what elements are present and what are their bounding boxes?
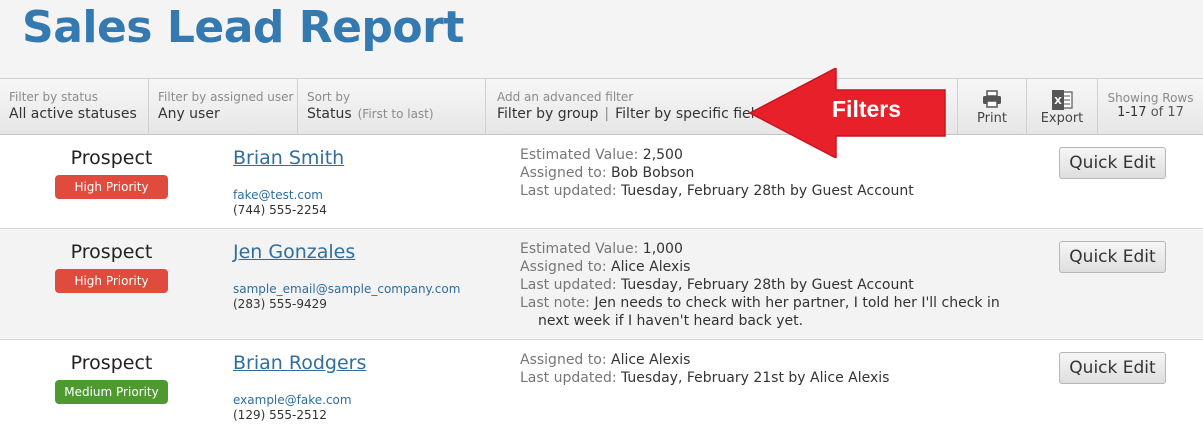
lead-phone: (744) 555-2254 (233, 203, 327, 217)
svg-text:X: X (1054, 96, 1062, 107)
status-filter-label: Filter by status (9, 90, 98, 104)
filter-by-group-link[interactable]: Filter by group (497, 106, 598, 122)
row-count-value: 1-17 of 17 (1098, 105, 1203, 120)
lead-email-link[interactable]: sample_email@sample_company.com (233, 282, 460, 296)
advanced-filter-label: Add an advanced filter (497, 90, 634, 104)
priority-badge: High Priority (55, 269, 168, 293)
lead-status: Prospect (70, 147, 153, 169)
quick-edit-button[interactable]: Quick Edit (1059, 352, 1166, 384)
estimated-value-label: Estimated Value: (520, 241, 639, 257)
report-header: Sales Lead Report (0, 0, 1203, 78)
lead-details: Estimated Value: 1,000 Assigned to: Alic… (520, 240, 1000, 330)
priority-badge: High Priority (55, 175, 168, 199)
lead-phone: (129) 555-2512 (233, 408, 327, 422)
sort-label: Sort by (307, 90, 351, 104)
row-count: Showing Rows 1-17 of 17 (1097, 79, 1203, 135)
row-range: 1-17 (1117, 105, 1147, 120)
lead-name-link[interactable]: Brian Smith (233, 147, 344, 169)
export-label: Export (1040, 111, 1084, 126)
last-updated-value: Tuesday, February 28th by Guest Account (621, 277, 914, 293)
user-filter-value: Any user (158, 106, 220, 122)
assigned-to-label: Assigned to: (520, 165, 607, 181)
lead-name-link[interactable]: Brian Rodgers (233, 352, 366, 374)
page-title: Sales Lead Report (22, 2, 464, 53)
filter-by-field-link[interactable]: Filter by specific field (615, 106, 763, 122)
filter-toolbar: Filter by status All active statuses Fil… (0, 78, 1203, 135)
printer-icon (982, 90, 1002, 112)
assigned-to-label: Assigned to: (520, 259, 607, 275)
last-updated-label: Last updated: (520, 370, 617, 386)
sort-hint: (First to last) (357, 107, 434, 121)
link-separator: | (604, 106, 610, 122)
last-updated-label: Last updated: (520, 277, 617, 293)
priority-badge: Medium Priority (55, 380, 168, 404)
last-updated-value: Tuesday, February 28th by Guest Account (621, 183, 914, 199)
assigned-to-label: Assigned to: (520, 352, 607, 368)
row-count-label: Showing Rows (1107, 91, 1194, 105)
lead-status: Prospect (70, 241, 153, 263)
advanced-filter-links: Filter by group | Filter by specific field (497, 106, 763, 122)
export-button[interactable]: X Export (1026, 79, 1097, 135)
quick-edit-button[interactable]: Quick Edit (1059, 147, 1166, 179)
lead-details: Estimated Value: 2,500 Assigned to: Bob … (520, 146, 1000, 200)
lead-row: Prospect Medium Priority Brian Rodgers e… (0, 340, 1203, 429)
lead-row: Prospect High Priority Jen Gonzales samp… (0, 229, 1203, 340)
row-total: of 17 (1150, 105, 1184, 120)
lead-email-link[interactable]: example@fake.com (233, 393, 352, 407)
sort-value: Status (First to last) (307, 106, 434, 122)
last-note-label: Last note: (520, 295, 590, 311)
sort-control[interactable]: Sort by Status (First to last) (298, 79, 486, 135)
print-button[interactable]: Print (957, 79, 1026, 135)
status-filter-value: All active statuses (9, 106, 137, 122)
advanced-filter: Add an advanced filter Filter by group | F… (486, 79, 957, 135)
assigned-to-value: Alice Alexis (611, 352, 691, 368)
last-updated-label: Last updated: (520, 183, 617, 199)
estimated-value: 1,000 (642, 241, 683, 257)
estimated-value: 2,500 (642, 147, 683, 163)
lead-name-link[interactable]: Jen Gonzales (233, 241, 355, 263)
user-filter-label: Filter by assigned user (158, 90, 294, 104)
lead-status: Prospect (70, 352, 153, 374)
assigned-to-value: Alice Alexis (611, 259, 691, 275)
sort-field: Status (307, 106, 352, 122)
status-filter[interactable]: Filter by status All active statuses (0, 79, 149, 135)
user-filter[interactable]: Filter by assigned user Any user (149, 79, 298, 135)
last-note-value: Jen needs to check with her partner, I t… (538, 295, 1000, 329)
print-label: Print (977, 111, 1007, 126)
lead-row: Prospect High Priority Brian Smith fake@… (0, 135, 1203, 229)
assigned-to-value: Bob Bobson (611, 165, 695, 181)
quick-edit-button[interactable]: Quick Edit (1059, 241, 1166, 273)
lead-details: Assigned to: Alice Alexis Last updated: … (520, 351, 1000, 387)
estimated-value-label: Estimated Value: (520, 147, 639, 163)
lead-email-link[interactable]: fake@test.com (233, 188, 323, 202)
last-updated-value: Tuesday, February 21st by Alice Alexis (621, 370, 890, 386)
lead-phone: (283) 555-9429 (233, 297, 327, 311)
